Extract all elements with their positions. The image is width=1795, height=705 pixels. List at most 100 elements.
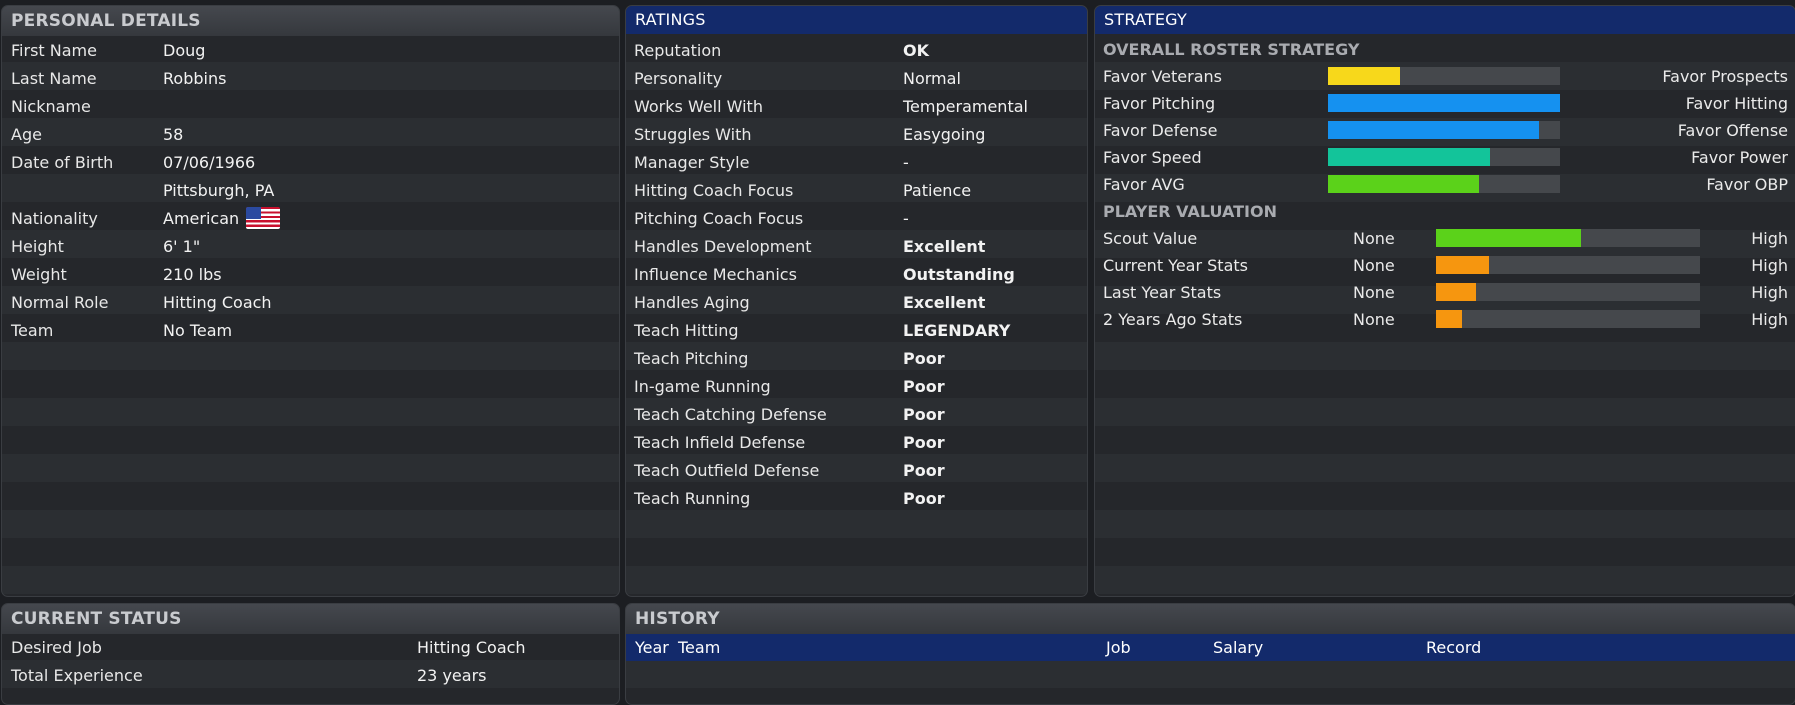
rating-label: Manager Style: [634, 153, 750, 172]
roster-strategy-row: Favor Veterans Favor Prospects: [1095, 63, 1795, 90]
current-status-list: Desired Job Hitting Coach Total Experienc…: [2, 634, 619, 690]
strategy-slider-fill: [1328, 67, 1400, 85]
rating-label: Reputation: [634, 41, 722, 60]
valuation-slider-fill: [1436, 283, 1476, 301]
row-label: Nationality: [11, 209, 98, 228]
row-value: Doug: [163, 41, 206, 60]
valuation-slider-fill: [1436, 310, 1463, 328]
valuation-low-label: None: [1353, 229, 1395, 248]
status-row-desired-job: Desired Job Hitting Coach: [2, 634, 619, 662]
strategy-slider[interactable]: [1328, 67, 1560, 85]
row-label: First Name: [11, 41, 97, 60]
valuation-slider-fill: [1436, 256, 1489, 274]
roster-strategy-row: Favor Defense Favor Offense: [1095, 117, 1795, 144]
valuation-high-label: High: [1751, 256, 1788, 275]
personal-row-nationality: Nationality American: [2, 205, 619, 233]
strategy-left-label: Favor Pitching: [1103, 94, 1216, 113]
row-label: Normal Role: [11, 293, 109, 312]
rating-label: Teach Hitting: [634, 321, 739, 340]
column-header-record[interactable]: Record: [1426, 634, 1481, 661]
rating-value: Excellent: [903, 293, 986, 312]
rating-row: Hitting Coach Focus Patience: [626, 177, 1087, 205]
rating-row: Pitching Coach Focus -: [626, 205, 1087, 233]
rating-label: Teach Outfield Defense: [634, 461, 820, 480]
row-value: Robbins: [163, 69, 227, 88]
valuation-low-label: None: [1353, 256, 1395, 275]
personal-row-last-name: Last Name Robbins: [2, 65, 619, 93]
personal-row-dob: Date of Birth 07/06/1966: [2, 149, 619, 177]
column-header-salary[interactable]: Salary: [1213, 634, 1263, 661]
rating-value: -: [903, 209, 909, 228]
strategy-right-label: Favor OBP: [1706, 175, 1788, 194]
column-header-team[interactable]: Team: [678, 634, 720, 661]
rating-label: Personality: [634, 69, 723, 88]
rating-label: Teach Infield Defense: [634, 433, 806, 452]
valuation-label: Last Year Stats: [1103, 283, 1222, 302]
valuation-label: Scout Value: [1103, 229, 1198, 248]
rating-row: Teach Infield Defense Poor: [626, 429, 1087, 457]
strategy-right-label: Favor Power: [1691, 148, 1788, 167]
rating-value: Normal: [903, 69, 961, 88]
rating-row: Works Well With Temperamental: [626, 93, 1087, 121]
strategy-slider-fill: [1328, 175, 1479, 193]
valuation-slider[interactable]: [1436, 310, 1700, 328]
strategy-panel: STRATEGY OVERALL ROSTER STRATEGY Favor V…: [1094, 5, 1795, 597]
row-value: 6' 1": [163, 237, 201, 256]
row-value: Pittsburgh, PA: [163, 181, 275, 200]
valuation-high-label: High: [1751, 229, 1788, 248]
valuation-slider[interactable]: [1436, 256, 1700, 274]
personal-row-age: Age 58: [2, 121, 619, 149]
row-label: Team: [11, 321, 54, 340]
strategy-slider-fill: [1328, 148, 1491, 166]
valuation-low-label: None: [1353, 310, 1395, 329]
roster-strategy-row: Favor Pitching Favor Hitting: [1095, 90, 1795, 117]
row-label: Height: [11, 237, 64, 256]
rating-value: Poor: [903, 405, 945, 424]
strategy-slider[interactable]: [1328, 148, 1560, 166]
rating-row: Personality Normal: [626, 65, 1087, 93]
rating-row: In-game Running Poor: [626, 373, 1087, 401]
personal-details-title: PERSONAL DETAILS: [2, 6, 619, 36]
valuation-slider[interactable]: [1436, 229, 1700, 247]
rating-label: Works Well With: [634, 97, 763, 116]
rating-value: Patience: [903, 181, 972, 200]
row-label: Total Experience: [11, 666, 143, 685]
history-panel: HISTORY Year Team Job Salary Record: [625, 603, 1795, 705]
strategy-right-label: Favor Offense: [1677, 121, 1788, 140]
strategy-slider[interactable]: [1328, 121, 1560, 139]
rating-value: Poor: [903, 433, 945, 452]
current-status-title: CURRENT STATUS: [2, 604, 619, 634]
row-value: Hitting Coach: [163, 293, 272, 312]
strategy-slider[interactable]: [1328, 94, 1560, 112]
roster-strategy-list: Favor Veterans Favor Prospects Favor Pitch…: [1095, 63, 1795, 198]
rating-row: Handles Aging Excellent: [626, 289, 1087, 317]
rating-row: Teach Hitting LEGENDARY: [626, 317, 1087, 345]
rating-row: Teach Catching Defense Poor: [626, 401, 1087, 429]
valuation-high-label: High: [1751, 310, 1788, 329]
valuation-slider[interactable]: [1436, 283, 1700, 301]
rating-label: Teach Catching Defense: [634, 405, 827, 424]
strategy-left-label: Favor AVG: [1103, 175, 1185, 194]
valuation-row: Scout Value None High: [1095, 225, 1795, 252]
row-value: 210 lbs: [163, 265, 222, 284]
column-header-job[interactable]: Job: [1106, 634, 1131, 661]
personal-details-panel: PERSONAL DETAILS First Name Doug Last Nam…: [1, 5, 620, 597]
strategy-title: STRATEGY: [1095, 6, 1795, 34]
valuation-row: Current Year Stats None High: [1095, 252, 1795, 279]
row-label: Desired Job: [11, 638, 102, 657]
column-header-year[interactable]: Year: [635, 634, 669, 661]
rating-label: Teach Running: [634, 489, 751, 508]
rating-value: -: [903, 153, 909, 172]
rating-label: In-game Running: [634, 377, 771, 396]
rating-row: Reputation OK: [626, 37, 1087, 65]
row-label: Nickname: [11, 97, 91, 116]
rating-value: Poor: [903, 461, 945, 480]
strategy-right-label: Favor Prospects: [1662, 67, 1788, 86]
rating-row: Teach Outfield Defense Poor: [626, 457, 1087, 485]
strategy-left-label: Favor Defense: [1103, 121, 1218, 140]
rating-label: Struggles With: [634, 125, 752, 144]
strategy-slider[interactable]: [1328, 175, 1560, 193]
player-valuation-list: Scout Value None High Current Year Stats Non…: [1095, 225, 1795, 333]
valuation-slider-fill: [1436, 229, 1582, 247]
valuation-high-label: High: [1751, 283, 1788, 302]
